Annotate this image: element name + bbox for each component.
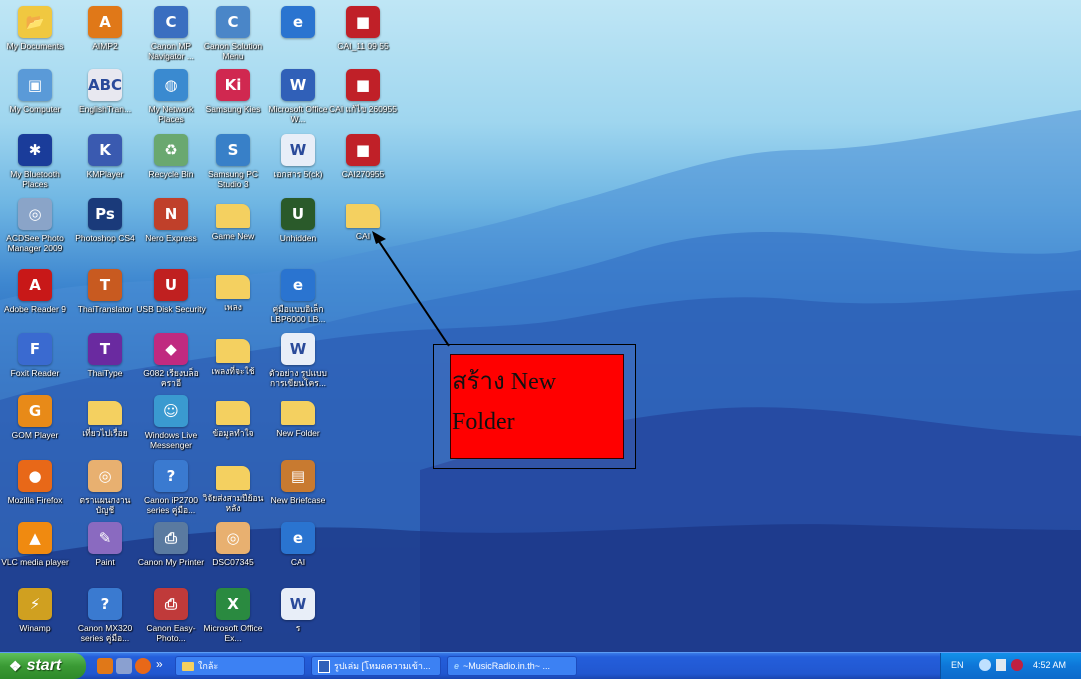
network-icon[interactable] (979, 659, 991, 671)
callout-text: สร้าง New Folder (452, 362, 620, 442)
taskbar-button-label: ใกล้ะ (198, 661, 219, 671)
folder-icon (182, 661, 194, 671)
language-indicator[interactable]: EN (951, 660, 964, 670)
desktop: 📂 My Documents A AIMP2 C Canon MP Navigator .… (0, 0, 1081, 652)
start-button[interactable]: ❖ start (0, 653, 86, 679)
taskbar-button-browser[interactable]: e ~MusicRadio.in.th~ ... (447, 656, 577, 676)
firefox-quicklaunch-icon[interactable] (135, 658, 151, 674)
aimp-quicklaunch-icon[interactable] (97, 658, 113, 674)
system-tray: EN 4:52 AM (940, 653, 1081, 679)
clock[interactable]: 4:52 AM (1033, 660, 1066, 670)
callout-arrow (372, 231, 450, 347)
taskbar-button-label: ~MusicRadio.in.th~ ... (463, 661, 551, 671)
word-icon (318, 659, 330, 673)
internet-explorer-icon: e (454, 661, 460, 671)
taskbar: ❖ start » ใกล้ะ รูปเล่ม [โหมดความเข้า...… (0, 652, 1081, 679)
taskbar-button-word[interactable]: รูปเล่ม [โหมดความเข้า... (311, 656, 441, 676)
bluetooth-tray-icon[interactable] (1011, 659, 1023, 671)
taskbar-button-label: รูปเล่ม [โหมดความเข้า... (334, 661, 431, 671)
volume-icon[interactable] (996, 659, 1006, 671)
windows-flag-icon: ❖ (9, 657, 22, 674)
callout-line-2: Folder (452, 409, 515, 435)
taskbar-button-folder[interactable]: ใกล้ะ (175, 656, 305, 676)
quicklaunch-more-icon[interactable]: » (156, 657, 163, 671)
paint-quicklaunch-icon[interactable] (116, 658, 132, 674)
callout-line-1: สร้าง New (452, 369, 557, 395)
start-label: start (26, 657, 62, 674)
